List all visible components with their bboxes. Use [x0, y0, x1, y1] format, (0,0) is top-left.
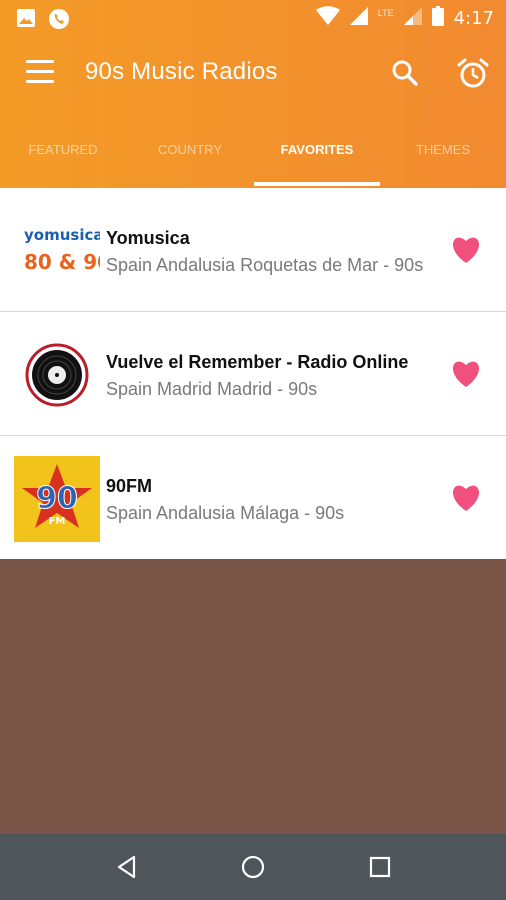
whatsapp-icon — [48, 8, 70, 35]
station-details: Spain Madrid Madrid - 90s — [106, 379, 318, 399]
back-icon[interactable] — [114, 854, 140, 880]
battery-icon — [431, 6, 444, 31]
image-icon — [16, 8, 36, 35]
list-item[interactable]: yomusica 80 & 90 Yomusica Spain Andalusi… — [0, 188, 506, 312]
menu-icon[interactable] — [26, 60, 54, 84]
90fm-logo-suffix: FM — [49, 516, 66, 527]
signal-weak-icon — [403, 7, 422, 30]
signal-icon — [349, 7, 368, 30]
app-header: LTE 4:17 90s Music Radios FEATURED COUNT… — [0, 0, 506, 188]
favorite-heart-icon[interactable] — [450, 482, 482, 512]
system-nav-bar — [0, 834, 506, 900]
tab-featured[interactable]: FEATURED — [0, 120, 126, 188]
status-bar: LTE 4:17 — [0, 0, 506, 37]
wifi-icon — [315, 6, 340, 31]
alarm-icon[interactable] — [456, 56, 490, 90]
station-name: Vuelve el Remember - Radio Online — [106, 352, 409, 372]
yomusica-logo-text-bottom: 80 & 90 — [24, 250, 100, 274]
recents-icon[interactable] — [367, 854, 393, 880]
favorite-heart-icon[interactable] — [450, 358, 482, 388]
search-icon[interactable] — [390, 58, 420, 88]
network-type: LTE — [377, 7, 394, 18]
page-title: 90s Music Radios — [85, 58, 278, 85]
clock: 4:17 — [453, 8, 494, 29]
tab-themes[interactable]: THEMES — [380, 120, 506, 188]
favorite-heart-icon[interactable] — [450, 234, 482, 264]
tab-country[interactable]: COUNTRY — [127, 120, 253, 188]
station-name: Yomusica — [106, 228, 190, 248]
station-details: Spain Andalusia Roquetas de Mar - 90s — [106, 255, 424, 275]
tab-favorites[interactable]: FAVORITES — [254, 120, 380, 188]
station-details: Spain Andalusia Málaga - 90s — [106, 503, 345, 523]
station-name: 90FM — [106, 476, 153, 496]
station-logo-yomusica: yomusica 80 & 90 — [14, 208, 111, 294]
90fm-logo-number: 90 — [36, 481, 78, 516]
yomusica-logo-text-top: yomusica — [24, 226, 100, 244]
app-bar: 90s Music Radios — [0, 44, 506, 106]
station-logo-90fm: 90 FM — [14, 456, 100, 542]
station-logo-vuelve-el-remember — [14, 332, 100, 418]
tab-bar: FEATURED COUNTRY FAVORITES THEMES — [0, 120, 506, 188]
list-item[interactable]: Vuelve el Remember - Radio Online Spain … — [0, 312, 506, 436]
favorites-list: yomusica 80 & 90 Yomusica Spain Andalusi… — [0, 188, 506, 559]
tab-indicator — [254, 182, 380, 186]
list-item[interactable]: 90 FM 90FM Spain Andalusia Málaga - 90s — [0, 436, 506, 559]
home-icon[interactable] — [240, 854, 266, 880]
